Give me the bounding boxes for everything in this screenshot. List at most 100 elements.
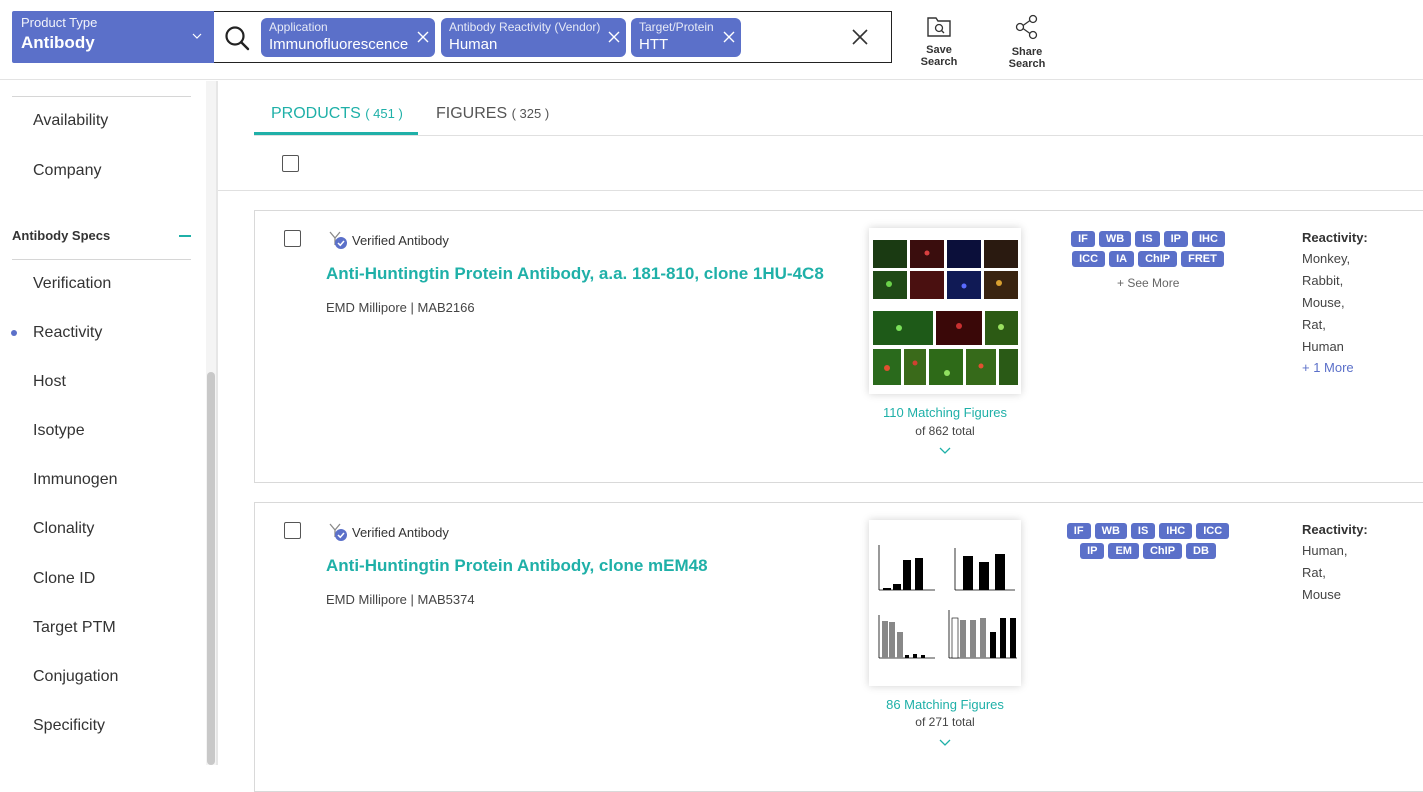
tag-ip[interactable]: IP	[1163, 231, 1188, 247]
close-icon[interactable]	[417, 31, 429, 43]
filter-chip-reactivity[interactable]: Antibody Reactivity (Vendor) Human	[441, 18, 626, 57]
reactivity-label: Reactivity:	[1302, 230, 1368, 245]
save-search-button[interactable]: Save Search	[908, 14, 970, 68]
tag-if[interactable]: IF	[1071, 231, 1095, 247]
search-icon	[225, 26, 250, 51]
product-type-value: Antibody	[21, 33, 95, 52]
sidebar-item-clonality[interactable]: Clonality	[33, 520, 94, 538]
sidebar-item-immunogen[interactable]: Immunogen	[33, 471, 118, 489]
tab-products[interactable]: PRODUCTS ( 451 )	[271, 105, 403, 123]
figures-total: of 862 total	[915, 424, 975, 438]
application-tags: IF WB IS IHC ICC IP EM ChIP DB	[1048, 520, 1248, 560]
scrollbar-thumb[interactable]	[207, 372, 215, 765]
product-checkbox[interactable]	[284, 522, 301, 539]
tag-if[interactable]: IF	[1066, 523, 1091, 539]
reactivity-list: Human, Rat, Mouse	[1302, 540, 1348, 606]
active-indicator-icon	[11, 330, 17, 336]
see-more-link[interactable]: + See More	[1117, 276, 1179, 290]
product-type-select[interactable]: Product Type Antibody	[12, 11, 214, 63]
verified-antibody-icon	[329, 523, 347, 541]
chip-label: Application	[269, 20, 328, 34]
chip-label: Target/Protein	[639, 20, 714, 34]
tab-count: ( 325 )	[511, 106, 550, 121]
verified-antibody-icon	[329, 231, 347, 249]
tag-is[interactable]: IS	[1135, 231, 1160, 247]
sidebar-item-clone-id[interactable]: Clone ID	[33, 570, 95, 588]
share-search-label: Share Search	[1008, 46, 1046, 70]
sidebar-item-specificity[interactable]: Specificity	[33, 717, 105, 735]
tag-ia[interactable]: IA	[1109, 251, 1135, 267]
tag-ip[interactable]: IP	[1080, 543, 1105, 559]
sidebar-item-reactivity[interactable]: Reactivity	[33, 324, 102, 342]
active-tab-underline	[254, 132, 418, 135]
search-box[interactable]: Application Immunofluorescence Antibody …	[214, 11, 892, 63]
verified-label: Verified Antibody	[352, 233, 449, 248]
tag-icc[interactable]: ICC	[1196, 523, 1230, 539]
matching-figures-link[interactable]: 86 Matching Figures	[869, 697, 1021, 712]
tab-label: PRODUCTS	[271, 105, 361, 122]
product-vendor: EMD Millipore | MAB5374	[326, 592, 475, 607]
figure-thumbnail[interactable]	[869, 228, 1021, 394]
sidebar-item-isotype[interactable]: Isotype	[33, 422, 85, 440]
filter-chip-application[interactable]: Application Immunofluorescence	[261, 18, 435, 57]
reactivity-label: Reactivity:	[1302, 522, 1368, 537]
select-all-checkbox[interactable]	[282, 155, 299, 172]
figure-image	[869, 228, 1021, 394]
chip-label: Antibody Reactivity (Vendor)	[449, 20, 601, 34]
filter-chip-target[interactable]: Target/Protein HTT	[631, 18, 741, 57]
clear-search-icon[interactable]	[851, 28, 869, 46]
reactivity-item: Mouse	[1302, 587, 1342, 602]
tag-db[interactable]: DB	[1186, 543, 1216, 559]
results-tabs: PRODUCTS ( 451 ) FIGURES ( 325 )	[254, 81, 1423, 136]
tag-icc[interactable]: ICC	[1072, 251, 1106, 267]
tab-label: FIGURES	[436, 105, 508, 122]
verified-badge: Verified Antibody	[326, 522, 449, 542]
product-vendor: EMD Millipore | MAB2166	[326, 300, 475, 315]
tag-wb[interactable]: WB	[1094, 523, 1127, 539]
sidebar-item-target-ptm[interactable]: Target PTM	[33, 619, 116, 637]
tag-ihc[interactable]: IHC	[1159, 523, 1193, 539]
reactivity-item: Rat,	[1302, 317, 1326, 332]
chevron-down-icon[interactable]	[939, 447, 951, 455]
tag-ihc[interactable]: IHC	[1191, 231, 1225, 247]
share-icon	[1015, 14, 1038, 40]
tag-chip[interactable]: ChIP	[1142, 543, 1183, 559]
figure-thumbnail[interactable]	[869, 520, 1021, 686]
collapse-icon[interactable]	[179, 235, 191, 237]
top-bar: Product Type Antibody Application Immuno…	[0, 0, 1423, 80]
tag-em[interactable]: EM	[1108, 543, 1139, 559]
product-checkbox[interactable]	[284, 230, 301, 247]
chip-value: Immunofluorescence	[269, 36, 409, 53]
sidebar-item-verification[interactable]: Verification	[33, 275, 111, 293]
product-title-link[interactable]: Anti-Huntingtin Protein Antibody, a.a. 1…	[326, 264, 824, 284]
product-card: Verified Antibody Anti-Huntingtin Protei…	[254, 502, 1423, 792]
sidebar-item-conjugation[interactable]: Conjugation	[33, 668, 118, 686]
product-card: Verified Antibody Anti-Huntingtin Protei…	[254, 210, 1423, 483]
share-search-button[interactable]: Share Search	[994, 14, 1060, 70]
product-title-link[interactable]: Anti-Huntingtin Protein Antibody, clone …	[326, 556, 708, 576]
tag-is[interactable]: IS	[1130, 523, 1156, 539]
tab-figures[interactable]: FIGURES ( 325 )	[436, 105, 549, 123]
select-all-row	[218, 136, 1423, 191]
tag-wb[interactable]: WB	[1098, 231, 1132, 247]
divider	[12, 96, 191, 97]
figures-total: of 271 total	[915, 715, 975, 729]
sidebar-item-company[interactable]: Company	[33, 162, 101, 180]
close-icon[interactable]	[608, 31, 620, 43]
chip-value: Human	[449, 36, 498, 53]
chip-value: HTT	[639, 36, 669, 53]
reactivity-item: Monkey,	[1302, 251, 1351, 266]
figure-image	[869, 520, 1021, 686]
sidebar-item-availability[interactable]: Availability	[33, 112, 108, 130]
reactivity-item: Rat,	[1302, 565, 1326, 580]
tag-fret[interactable]: FRET	[1181, 251, 1224, 267]
reactivity-more-link[interactable]: + 1 More	[1302, 360, 1354, 375]
close-icon[interactable]	[723, 31, 735, 43]
tag-chip[interactable]: ChIP	[1138, 251, 1178, 267]
reactivity-item: Rabbit,	[1302, 273, 1344, 288]
divider	[12, 259, 191, 260]
matching-figures-link[interactable]: 110 Matching Figures	[869, 405, 1021, 420]
sidebar-item-host[interactable]: Host	[33, 373, 66, 391]
chevron-down-icon[interactable]	[939, 739, 951, 747]
sidebar-section-title[interactable]: Antibody Specs	[12, 228, 110, 243]
